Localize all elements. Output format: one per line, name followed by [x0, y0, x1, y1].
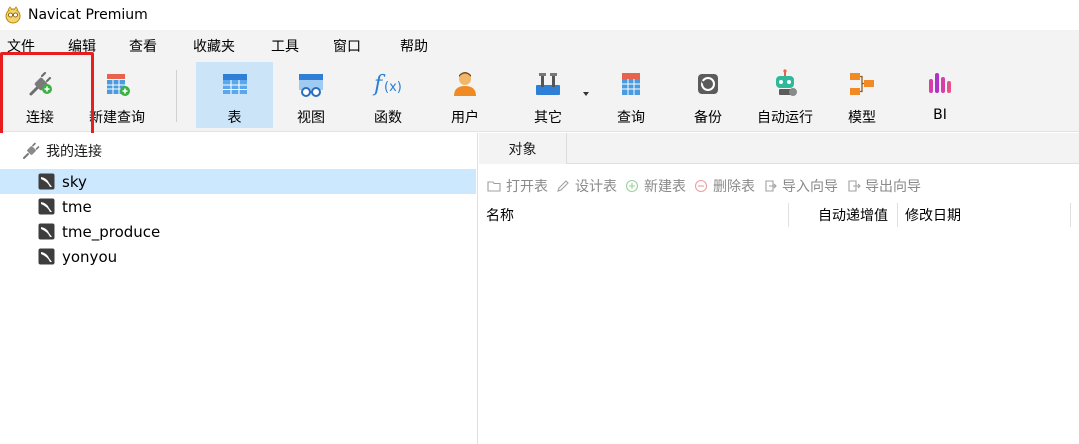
tree-item-label: yonyou [62, 247, 118, 266]
menu-help[interactable]: 帮助 [400, 36, 428, 56]
pencil-icon [557, 180, 569, 192]
mysql-connection-icon [38, 173, 55, 190]
column-header-auto-increment[interactable]: 自动递增值 [818, 203, 888, 227]
new-query-label: 新建查询 [89, 110, 145, 126]
column-divider[interactable] [1070, 203, 1071, 227]
folder-open-icon [487, 181, 501, 192]
function-icon: f (x) [371, 67, 405, 101]
title-bar: Navicat Premium [0, 0, 1079, 30]
import-wizard-button[interactable]: 导入向导 [763, 176, 838, 196]
menu-view[interactable]: 查看 [129, 36, 157, 56]
tree-item-tme-produce[interactable]: tme_produce [0, 219, 476, 244]
tab-objects[interactable]: 对象 [479, 133, 567, 164]
tools-icon [531, 67, 565, 101]
open-table-label: 打开表 [506, 179, 548, 195]
robot-icon [768, 67, 802, 101]
open-table-button[interactable]: 打开表 [487, 176, 548, 196]
import-icon [765, 180, 777, 192]
view-icon [294, 67, 328, 101]
query-button[interactable]: 查询 [603, 62, 659, 128]
plug-icon [23, 67, 57, 101]
query-label: 查询 [617, 110, 645, 126]
column-divider[interactable] [788, 203, 789, 227]
tree-item-label: tme [62, 197, 92, 216]
new-query-button[interactable]: 新建查询 [84, 62, 150, 128]
object-toolbar: 打开表 设计表 新建表 删除表 导入向导 导出向导 [479, 173, 1079, 199]
objects-panel: 对象 打开表 设计表 新建表 删除表 导入向导 导出向导 名称 自动递增值 修改… [479, 133, 1079, 444]
column-header-modified-date[interactable]: 修改日期 [905, 203, 961, 227]
toolbar-divider [176, 70, 177, 122]
tree-item-yonyou[interactable]: yonyou [0, 244, 476, 269]
new-table-label: 新建表 [644, 179, 686, 195]
design-table-label: 设计表 [575, 179, 617, 195]
mysql-connection-icon [38, 223, 55, 240]
user-icon [448, 67, 482, 101]
model-label: 模型 [848, 110, 876, 126]
function-label: 函数 [374, 110, 402, 126]
user-label: 用户 [451, 110, 479, 126]
menu-file[interactable]: 文件 [7, 36, 35, 56]
menu-tools[interactable]: 工具 [271, 36, 299, 56]
backup-icon [691, 67, 725, 101]
export-wizard-button[interactable]: 导出向导 [846, 176, 921, 196]
connect-label: 连接 [26, 110, 54, 126]
navicat-logo-icon [5, 6, 21, 24]
window-title: Navicat Premium [28, 7, 148, 23]
menu-favorites[interactable]: 收藏夹 [193, 36, 235, 56]
tree-item-label: sky [62, 172, 87, 191]
query-icon [614, 67, 648, 101]
mysql-connection-icon [38, 198, 55, 215]
tree-item-tme[interactable]: tme [0, 194, 476, 219]
minus-circle-icon [694, 179, 708, 193]
backup-button[interactable]: 备份 [680, 62, 736, 128]
export-icon [848, 180, 861, 192]
new-query-icon [100, 67, 134, 101]
menu-bar: 文件 编辑 查看 收藏夹 工具 窗口 帮助 [0, 30, 1079, 60]
export-wizard-label: 导出向导 [865, 179, 921, 195]
tree-item-label: tme_produce [62, 222, 161, 241]
column-header-name[interactable]: 名称 [486, 203, 514, 227]
table-label: 表 [227, 110, 242, 126]
main-toolbar: 连接 新建查询 表 视图 f (x) 函数 用户 其它 查询 备份 自动运行 模… [0, 60, 1079, 132]
import-wizard-label: 导入向导 [782, 179, 838, 195]
tree-root-label: 我的连接 [46, 144, 102, 160]
automation-button[interactable]: 自动运行 [751, 62, 819, 128]
table-icon [218, 67, 252, 101]
model-icon [845, 67, 879, 101]
connection-tree-panel: 我的连接 sky tme tme_produce yonyou [0, 133, 478, 444]
chevron-down-icon[interactable] [583, 92, 589, 96]
menu-edit[interactable]: 编辑 [68, 36, 96, 56]
plug-icon [23, 142, 40, 159]
user-button[interactable]: 用户 [437, 62, 493, 128]
view-button[interactable]: 视图 [283, 62, 339, 128]
view-label: 视图 [297, 110, 325, 126]
automation-label: 自动运行 [757, 110, 813, 126]
tree-item-sky[interactable]: sky [0, 169, 476, 194]
new-table-button[interactable]: 新建表 [625, 176, 686, 196]
column-divider[interactable] [897, 203, 898, 227]
plus-circle-icon [625, 179, 639, 193]
function-button[interactable]: f (x) 函数 [360, 62, 416, 128]
delete-table-label: 删除表 [713, 179, 755, 195]
model-button[interactable]: 模型 [834, 62, 890, 128]
menu-window[interactable]: 窗口 [333, 36, 361, 56]
bi-button[interactable]: BI [912, 62, 968, 128]
connect-button[interactable]: 连接 [10, 62, 70, 128]
design-table-button[interactable]: 设计表 [556, 176, 617, 196]
tree-root-my-connections[interactable]: 我的连接 [22, 141, 102, 161]
bi-chart-icon [923, 67, 957, 101]
backup-label: 备份 [694, 110, 722, 126]
tab-strip: 对象 [479, 133, 1079, 164]
mysql-connection-icon [38, 248, 55, 265]
other-button[interactable]: 其它 [517, 62, 579, 128]
svg-text:(x): (x) [384, 80, 402, 95]
table-button[interactable]: 表 [196, 62, 273, 128]
bi-label: BI [933, 107, 947, 123]
other-label: 其它 [534, 110, 562, 126]
delete-table-button[interactable]: 删除表 [694, 176, 755, 196]
